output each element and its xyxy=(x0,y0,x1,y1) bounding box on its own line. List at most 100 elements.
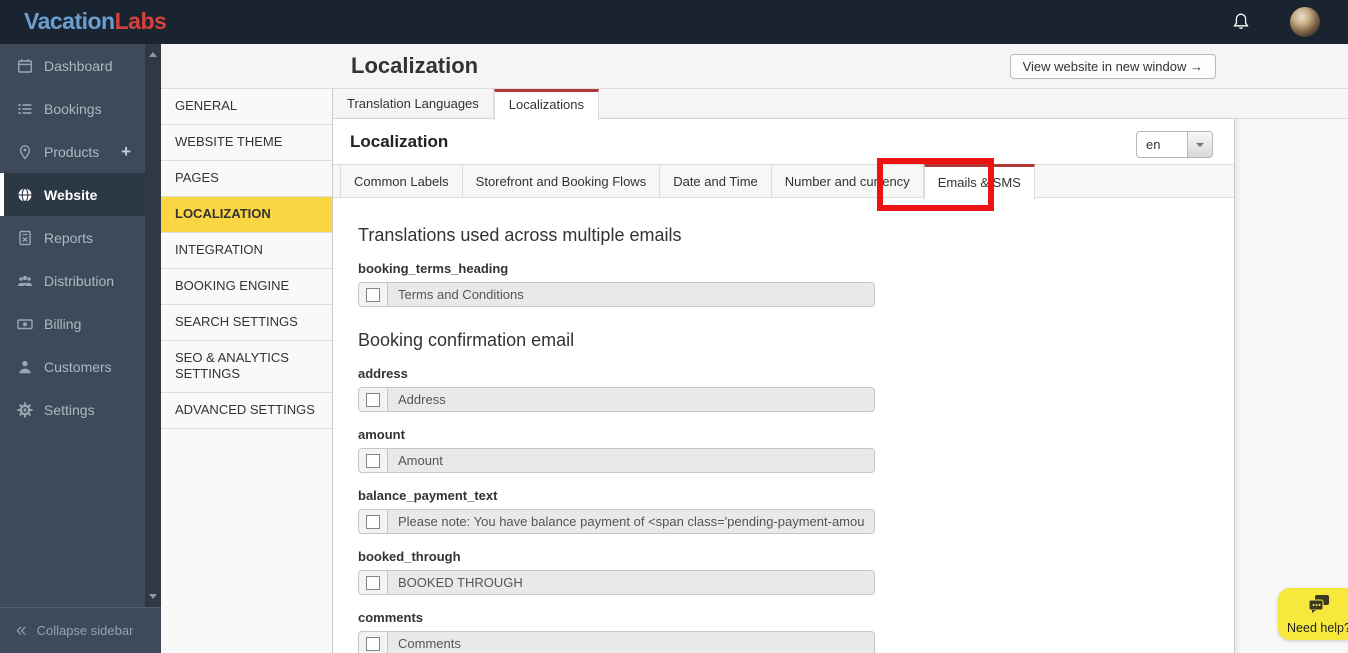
add-product-icon[interactable]: + xyxy=(121,142,131,162)
page-header: Localization View website in new window … xyxy=(161,44,1348,89)
user-icon xyxy=(17,359,33,375)
field-key-label: balance_payment_text xyxy=(358,488,1234,503)
scroll-up-icon[interactable] xyxy=(149,52,157,57)
field-key-label: comments xyxy=(358,610,1234,625)
field-comments: comments xyxy=(358,610,1234,653)
field-booked-through: booked_through xyxy=(358,549,1234,595)
translations-form: Translations used across multiple emails… xyxy=(333,198,1234,653)
sidebar-item-label: Customers xyxy=(44,359,112,375)
tab-common-labels[interactable]: Common Labels xyxy=(340,165,463,197)
sidebar-item-products[interactable]: Products + xyxy=(0,130,145,173)
chevron-down-icon[interactable] xyxy=(1187,132,1212,157)
submenu-item-advanced-settings[interactable]: ADVANCED SETTINGS xyxy=(161,393,332,429)
sidebar-scrollbar[interactable] xyxy=(145,44,161,607)
field-key-label: address xyxy=(358,366,1234,381)
checkbox-cell xyxy=(359,388,388,411)
top-bar: VacationLabs xyxy=(0,0,1348,44)
submenu-item-pages[interactable]: PAGES xyxy=(161,161,332,197)
tab-storefront-booking-flows[interactable]: Storefront and Booking Flows xyxy=(463,165,661,197)
translation-input[interactable] xyxy=(388,283,874,306)
sidebar-item-label: Website xyxy=(44,187,97,203)
gear-icon xyxy=(17,402,33,418)
scroll-down-icon[interactable] xyxy=(149,594,157,599)
notifications-bell-icon[interactable] xyxy=(1230,11,1252,33)
checkbox-cell xyxy=(359,632,388,653)
submenu-item-seo-analytics-settings[interactable]: SEO & ANALYTICS SETTINGS xyxy=(161,341,332,393)
vacationlabs-logo[interactable]: VacationLabs xyxy=(24,8,166,35)
field-checkbox[interactable] xyxy=(366,576,380,590)
checkbox-cell xyxy=(359,510,388,533)
sidebar-item-label: Distribution xyxy=(44,273,114,289)
users-group-icon xyxy=(17,273,33,289)
checkbox-cell xyxy=(359,283,388,306)
field-address: address xyxy=(358,366,1234,412)
field-checkbox[interactable] xyxy=(366,454,380,468)
submenu-item-search-settings[interactable]: SEARCH SETTINGS xyxy=(161,305,332,341)
field-checkbox[interactable] xyxy=(366,393,380,407)
translation-input-group xyxy=(358,631,875,653)
sidebar-item-label: Bookings xyxy=(44,101,102,117)
collapse-sidebar-label: Collapse sidebar xyxy=(37,623,134,638)
website-submenu: GENERAL WEBSITE THEME PAGES LOCALIZATION… xyxy=(161,89,333,653)
need-help-button[interactable]: Need help? xyxy=(1278,588,1348,640)
field-checkbox[interactable] xyxy=(366,288,380,302)
report-file-icon xyxy=(17,230,33,246)
secondary-tab-bar: Common Labels Storefront and Booking Flo… xyxy=(333,164,1234,198)
chat-icon xyxy=(1307,594,1331,614)
sidebar-item-bookings[interactable]: Bookings xyxy=(0,87,145,130)
chevron-double-left-icon: « xyxy=(16,620,27,642)
sidebar-item-label: Reports xyxy=(44,230,93,246)
app-root: VacationLabs Dashboard Bookings Products… xyxy=(0,0,1348,653)
calendar-icon xyxy=(17,58,33,74)
submenu-item-website-theme[interactable]: WEBSITE THEME xyxy=(161,125,332,161)
section-heading: Translations used across multiple emails xyxy=(358,225,1234,246)
primary-tab-bar: Translation Languages Localizations xyxy=(333,89,1348,119)
sidebar-item-dashboard[interactable]: Dashboard xyxy=(0,44,145,87)
logo-part-labs: Labs xyxy=(115,8,167,34)
language-select-value: en xyxy=(1137,132,1187,157)
translation-input-group xyxy=(358,570,875,595)
collapse-sidebar-button[interactable]: « Collapse sidebar xyxy=(0,607,161,653)
content-area: Localization View website in new window … xyxy=(161,44,1348,653)
field-key-label: booked_through xyxy=(358,549,1234,564)
translation-input[interactable] xyxy=(388,449,874,472)
translation-input[interactable] xyxy=(388,388,874,411)
localization-panel: Localization en Common Labels Storefront… xyxy=(333,119,1235,653)
translation-input-group xyxy=(358,387,875,412)
sidebar-item-label: Dashboard xyxy=(44,58,113,74)
user-avatar[interactable] xyxy=(1290,7,1320,37)
list-icon xyxy=(17,101,33,117)
section-heading: Booking confirmation email xyxy=(358,330,1234,351)
tab-number-and-currency[interactable]: Number and currency xyxy=(772,165,924,197)
field-key-label: amount xyxy=(358,427,1234,442)
translation-input[interactable] xyxy=(388,632,874,653)
view-website-button[interactable]: View website in new window → xyxy=(1010,54,1216,79)
submenu-item-booking-engine[interactable]: BOOKING ENGINE xyxy=(161,269,332,305)
sidebar-item-distribution[interactable]: Distribution xyxy=(0,259,145,302)
tab-date-and-time[interactable]: Date and Time xyxy=(660,165,772,197)
field-checkbox[interactable] xyxy=(366,515,380,529)
submenu-item-general[interactable]: GENERAL xyxy=(161,89,332,125)
panel-heading: Localization xyxy=(350,132,448,152)
submenu-item-localization[interactable]: LOCALIZATION xyxy=(161,197,332,233)
translation-input[interactable] xyxy=(388,510,874,533)
sidebar-item-billing[interactable]: Billing xyxy=(0,302,145,345)
tab-localizations[interactable]: Localizations xyxy=(494,89,599,120)
sidebar-item-customers[interactable]: Customers xyxy=(0,345,145,388)
sidebar-item-website[interactable]: Website xyxy=(0,173,145,216)
banknote-icon xyxy=(17,316,33,332)
translation-input[interactable] xyxy=(388,571,874,594)
checkbox-cell xyxy=(359,571,388,594)
language-select[interactable]: en xyxy=(1136,131,1213,158)
page-title: Localization xyxy=(351,53,478,79)
field-amount: amount xyxy=(358,427,1234,473)
tab-translation-languages[interactable]: Translation Languages xyxy=(333,89,494,118)
field-checkbox[interactable] xyxy=(366,637,380,651)
sidebar-item-settings[interactable]: Settings xyxy=(0,388,145,431)
globe-icon xyxy=(17,187,33,203)
map-pin-icon xyxy=(17,144,33,160)
translation-input-group xyxy=(358,448,875,473)
sidebar-item-reports[interactable]: Reports xyxy=(0,216,145,259)
submenu-item-integration[interactable]: INTEGRATION xyxy=(161,233,332,269)
tab-emails-sms[interactable]: Emails & SMS xyxy=(924,164,1035,200)
